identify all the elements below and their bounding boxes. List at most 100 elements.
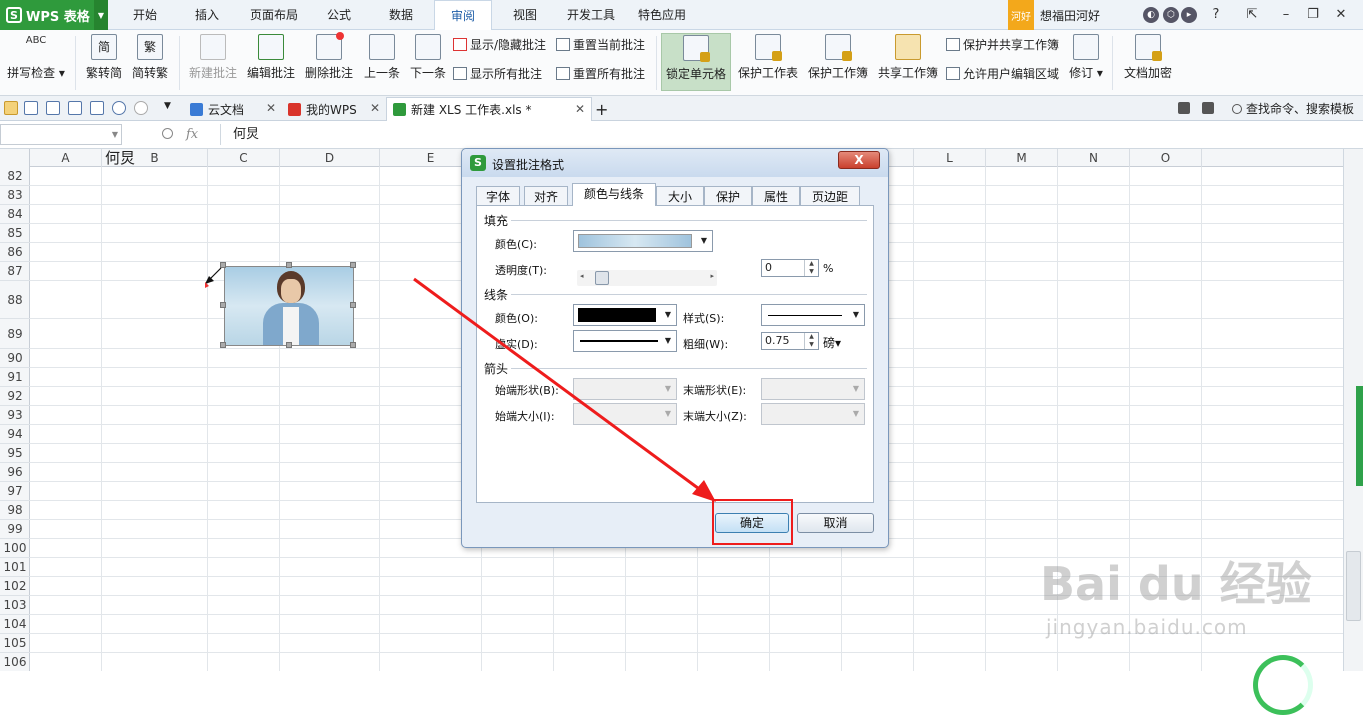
slider-thumb[interactable]	[595, 271, 609, 285]
cancel-button[interactable]: 取消	[797, 513, 874, 533]
show-hide-comment-button[interactable]: 显示/隐藏批注	[453, 36, 546, 53]
tab-properties[interactable]: 属性	[752, 186, 800, 206]
user-area[interactable]: 河好 想福田河好	[1008, 0, 1100, 30]
transparency-slider[interactable]: ◂ ▸	[577, 270, 717, 286]
chevron-down-icon[interactable]: ▼	[112, 130, 118, 139]
tab-margins[interactable]: 页边距	[800, 186, 860, 206]
resize-handle[interactable]	[350, 302, 356, 308]
cell-b88[interactable]: 何炅	[105, 147, 135, 168]
feedback-icon[interactable]	[1202, 102, 1214, 114]
prev-comment-button[interactable]: 上一条	[360, 34, 404, 81]
print-icon[interactable]	[68, 101, 82, 115]
resize-handle[interactable]	[220, 302, 226, 308]
protect-and-share-button[interactable]: 保护并共享工作簿	[946, 36, 1059, 53]
tab-view[interactable]: 视图	[500, 0, 550, 30]
scrollbar-thumb[interactable]	[1346, 551, 1361, 621]
end-style-dropdown[interactable]: ▼	[761, 378, 865, 400]
row-header[interactable]: 100	[0, 539, 30, 558]
help-icon[interactable]: ?	[1206, 5, 1226, 25]
column-header[interactable]: M	[986, 149, 1058, 167]
weight-unit-dropdown[interactable]: 磅▾	[823, 334, 841, 351]
open-folder-icon[interactable]	[4, 101, 18, 115]
spell-check-button[interactable]: ABC 拼写检查 ▾	[6, 34, 66, 81]
fill-color-dropdown[interactable]: ▼	[573, 230, 713, 252]
tab-special[interactable]: 特色应用	[632, 0, 692, 30]
next-comment-button[interactable]: 下一条	[406, 34, 450, 81]
column-header[interactable]: O	[1130, 149, 1202, 167]
skin-icon[interactable]: ◐	[1143, 7, 1159, 23]
stepper-arrows-icon[interactable]: ▲ ▼	[804, 333, 818, 349]
row-header[interactable]: 88	[0, 281, 30, 319]
column-header[interactable]: N	[1058, 149, 1130, 167]
lock-cell-button[interactable]: 锁定单元格	[661, 33, 731, 91]
redo-icon[interactable]	[134, 101, 148, 115]
edit-comment-button[interactable]: 编辑批注	[244, 34, 298, 81]
tab-formulas[interactable]: 公式	[314, 0, 364, 30]
tab-page-layout[interactable]: 页面布局	[244, 0, 304, 30]
dash-dropdown[interactable]: ▼	[573, 330, 677, 352]
reset-current-comment-button[interactable]: 重置当前批注	[556, 36, 645, 53]
undo-icon[interactable]	[112, 101, 126, 115]
share-workbook-button[interactable]: 共享工作簿	[875, 34, 941, 81]
slider-left-arrow-icon[interactable]: ◂	[580, 272, 584, 280]
app-menu-dropdown-icon[interactable]: ▼	[94, 0, 108, 30]
column-header[interactable]: D	[280, 149, 380, 167]
stepper-arrows-icon[interactable]: ▲ ▼	[804, 260, 818, 276]
tab-data[interactable]: 数据	[374, 0, 428, 30]
close-tab-icon[interactable]: ✕	[575, 102, 585, 116]
row-header[interactable]: 91	[0, 368, 30, 387]
doc-tab-current[interactable]: 新建 XLS 工作表.xls * ✕	[386, 97, 592, 121]
restore-icon[interactable]: ❐	[1303, 5, 1323, 25]
row-header[interactable]: 92	[0, 387, 30, 406]
begin-size-dropdown[interactable]: ▼	[573, 403, 677, 425]
user-name[interactable]: 想福田河好	[1040, 7, 1100, 24]
tab-size[interactable]: 大小	[656, 186, 704, 206]
tab-font[interactable]: 字体	[476, 186, 520, 206]
row-header[interactable]: 96	[0, 463, 30, 482]
new-tab-icon[interactable]: +	[592, 97, 612, 121]
allow-edit-ranges-button[interactable]: 允许用户编辑区域	[946, 65, 1059, 82]
export-pdf-icon[interactable]	[46, 101, 60, 115]
line-color-dropdown[interactable]: ▼	[573, 304, 677, 326]
resize-handle[interactable]	[350, 262, 356, 268]
slider-right-arrow-icon[interactable]: ▸	[710, 272, 714, 280]
line-style-dropdown[interactable]: ▼	[761, 304, 865, 326]
protect-workbook-button[interactable]: 保护工作簿	[805, 34, 871, 81]
row-header[interactable]: 87	[0, 262, 30, 281]
begin-style-dropdown[interactable]: ▼	[573, 378, 677, 400]
settings-hex-icon[interactable]: ⬡	[1163, 7, 1179, 23]
tab-review[interactable]: 审阅	[434, 0, 492, 31]
row-header[interactable]: 103	[0, 596, 30, 615]
close-window-icon[interactable]: ✕	[1331, 5, 1351, 25]
row-header[interactable]: 99	[0, 520, 30, 539]
row-header[interactable]: 90	[0, 349, 30, 368]
row-header[interactable]: 84	[0, 205, 30, 224]
tab-alignment[interactable]: 对齐	[524, 186, 568, 206]
revise-button[interactable]: 修订 ▾	[1066, 34, 1106, 81]
minimize-icon[interactable]: –	[1276, 5, 1296, 25]
row-header[interactable]: 98	[0, 501, 30, 520]
close-tab-icon[interactable]: ✕	[370, 101, 380, 115]
tab-colors-lines[interactable]: 颜色与线条	[572, 183, 656, 206]
row-header[interactable]: 93	[0, 406, 30, 425]
row-header[interactable]: 97	[0, 482, 30, 501]
trad-to-simp-button[interactable]: 简 繁转简	[84, 34, 124, 81]
fullscreen-icon[interactable]: ⇱	[1242, 5, 1262, 25]
dialog-close-button[interactable]: X	[838, 151, 880, 169]
column-header[interactable]: C	[208, 149, 280, 167]
resize-handle[interactable]	[220, 342, 226, 348]
row-header[interactable]: 95	[0, 444, 30, 463]
new-comment-button[interactable]: 新建批注	[186, 34, 240, 81]
column-header[interactable]: L	[914, 149, 986, 167]
side-panel-toggle[interactable]	[1356, 386, 1363, 486]
tab-insert[interactable]: 插入	[180, 0, 234, 30]
dialog-titlebar[interactable]: S 设置批注格式 X	[462, 149, 888, 177]
delete-comment-button[interactable]: 删除批注	[302, 32, 356, 81]
row-header[interactable]: 104	[0, 615, 30, 634]
app-menu-button[interactable]: S WPS 表格 ▼	[0, 0, 108, 30]
share-icon[interactable]: ▸	[1181, 7, 1197, 23]
doc-encrypt-button[interactable]: 文档加密	[1120, 34, 1176, 81]
row-header[interactable]: 102	[0, 577, 30, 596]
reset-all-comments-button[interactable]: 重置所有批注	[556, 65, 645, 82]
formula-input[interactable]: 何炅	[220, 124, 1360, 145]
